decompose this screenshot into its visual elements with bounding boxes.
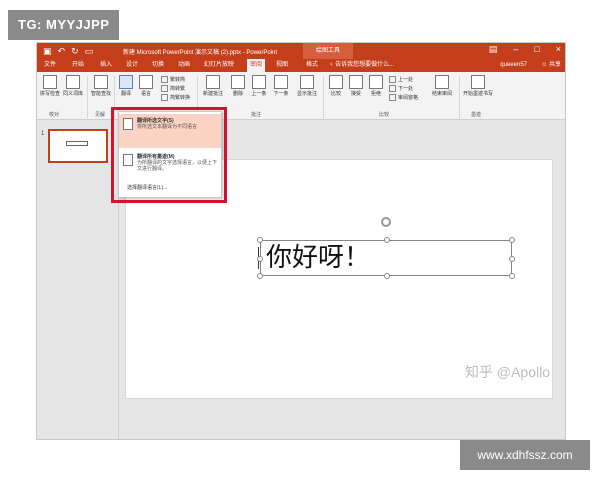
slide-textbox[interactable]: 你好呀！ (257, 217, 515, 279)
reject-button[interactable]: 拒绝 (367, 75, 385, 97)
accept-button[interactable]: 接受 (347, 75, 365, 97)
tab-transitions[interactable]: 切换 (149, 59, 167, 72)
tab-view[interactable]: 视图 (273, 59, 291, 72)
title-bar: ▣ ↶ ↻ ▭ 新建 Microsoft PowerPoint 演示文稿 (2)… (37, 43, 565, 59)
tab-format[interactable]: 格式 (303, 59, 321, 72)
thesaurus-button[interactable]: 同义词库 (62, 75, 84, 97)
resize-handle[interactable] (257, 256, 263, 262)
group-separator (459, 76, 460, 118)
translate-dropdown-menu: 翻译所选文字(S) 将所选文本翻译为不同语言 翻译所有墨迹(M) 为所翻译的文字… (118, 111, 222, 198)
textbox-content[interactable]: 你好呀！ (266, 243, 370, 273)
slide-thumbnail[interactable] (48, 129, 108, 163)
previous-change-button[interactable]: 上一处 (389, 76, 413, 83)
ribbon-display-icon[interactable]: ▤ (489, 44, 498, 55)
quick-access-toolbar: ▣ ↶ ↻ ▭ (43, 45, 93, 57)
slide-thumbnail-pane: 1 (37, 121, 119, 439)
compare-button[interactable]: 比较 (327, 75, 345, 97)
reviewing-pane-button[interactable]: 审阅窗格 (389, 94, 418, 101)
resize-handle[interactable] (509, 273, 515, 279)
resize-handle[interactable] (509, 256, 515, 262)
present-icon[interactable]: ▭ (85, 45, 94, 57)
translate-ink-icon (123, 154, 133, 166)
trad-to-simp-button[interactable]: 繁转简 (161, 76, 185, 83)
group-label-ink: 墨迹 (471, 112, 482, 118)
end-review-button[interactable]: 结束审阅 (429, 75, 455, 97)
previous-comment-button[interactable]: 上一条 (249, 75, 269, 97)
compare-icon (329, 75, 343, 89)
watermark-badge-top: TG: MYYJJPP (8, 10, 120, 40)
spelling-button[interactable]: 拼写检查 (39, 75, 61, 97)
translate-text-icon (123, 118, 133, 130)
slide-number: 1 (41, 131, 45, 137)
slide-watermark: 知乎 @Apollo (464, 364, 550, 380)
restore-button[interactable]: □ (534, 44, 539, 55)
context-tab-drawing-tools: 绘图工具 (303, 43, 353, 59)
start-inking-button[interactable]: 开始墨迹书写 (463, 75, 493, 97)
spelling-icon (43, 75, 57, 89)
rotate-handle-icon[interactable] (381, 217, 391, 227)
menu-item-translate-ink[interactable]: 翻译所有墨迹(M) 为所翻译的文字选择语言，以便上下文进行翻译。 (119, 150, 221, 180)
resize-handle[interactable] (257, 273, 263, 279)
thumbnail-textbox (66, 141, 88, 146)
magnifier-icon (94, 75, 108, 89)
person-icon: ☺ (541, 62, 549, 68)
resize-handle[interactable] (384, 237, 390, 243)
group-separator (323, 76, 324, 118)
tab-file[interactable]: 文件 (41, 59, 59, 72)
minimize-button[interactable]: – (513, 44, 518, 55)
document-title: 新建 Microsoft PowerPoint 演示文稿 (2).pptx - … (123, 50, 278, 56)
comments-icon (300, 75, 314, 89)
tab-slideshow[interactable]: 幻灯片放映 (201, 59, 237, 72)
powerpoint-window: ▣ ↶ ↻ ▭ 新建 Microsoft PowerPoint 演示文稿 (2)… (36, 42, 566, 440)
resize-handle[interactable] (384, 273, 390, 279)
language-icon (139, 75, 153, 89)
pen-icon (471, 75, 485, 89)
reject-icon (369, 75, 383, 89)
delete-icon (231, 75, 245, 89)
book-icon (66, 75, 80, 89)
resize-handle[interactable] (509, 237, 515, 243)
save-icon[interactable]: ▣ (43, 45, 52, 57)
group-label-compare: 比较 (379, 112, 390, 118)
tell-me-search[interactable]: ♀ 告诉我您想要做什么... (329, 59, 394, 72)
tab-insert[interactable]: 插入 (97, 59, 115, 72)
window-controls: ▤ – □ × (489, 44, 561, 55)
end-review-icon (435, 75, 449, 89)
next-comment-button[interactable]: 下一条 (271, 75, 291, 97)
new-comment-button[interactable]: 新建批注 (201, 75, 225, 97)
simp-to-trad-button[interactable]: 简转繁 (161, 85, 185, 92)
group-label-proofing: 校对 (49, 112, 60, 118)
group-label-insights: 见解 (95, 112, 106, 118)
arrow-right-icon (274, 75, 288, 89)
ribbon-tabs: 文件 开始 插入 设计 切换 动画 幻灯片放映 审阅 视图 格式 ♀ 告诉我您想… (37, 59, 565, 72)
share-button[interactable]: ☺ 共享 (541, 59, 561, 72)
tab-design[interactable]: 设计 (123, 59, 141, 72)
user-account[interactable]: queeen57 (500, 59, 527, 72)
close-button[interactable]: × (556, 44, 561, 55)
tab-animations[interactable]: 动画 (175, 59, 193, 72)
redo-icon[interactable]: ↻ (71, 45, 79, 57)
group-label-comments: 批注 (251, 112, 262, 118)
translate-icon (119, 75, 133, 89)
translate-button[interactable]: 翻译 (117, 75, 135, 97)
language-button[interactable]: 语言 (137, 75, 155, 97)
show-comments-button[interactable]: 显示批注 (295, 75, 319, 97)
tab-home[interactable]: 开始 (69, 59, 87, 72)
comment-icon (206, 75, 220, 89)
next-change-button[interactable]: 下一处 (389, 85, 413, 92)
tab-review[interactable]: 审阅 (247, 59, 266, 72)
group-separator (87, 76, 88, 118)
chinese-conversion-button[interactable]: 简繁转换 (161, 94, 190, 101)
menu-item-translate-selected[interactable]: 翻译所选文字(S) 将所选文本翻译为不同语言 (119, 114, 221, 148)
accept-icon (349, 75, 363, 89)
resize-handle[interactable] (257, 237, 263, 243)
menu-item-choose-language[interactable]: 选择翻译语言(L)... (127, 184, 167, 191)
undo-icon[interactable]: ↶ (58, 45, 66, 57)
page: TG: MYYJJPP ▣ ↶ ↻ ▭ 新建 Microsoft PowerPo… (0, 0, 600, 480)
arrow-left-icon (252, 75, 266, 89)
delete-comment-button[interactable]: 删除 (229, 75, 247, 97)
smart-lookup-button[interactable]: 智能查找 (91, 75, 111, 97)
watermark-badge-bottom: www.xdhfssz.com (460, 440, 590, 470)
